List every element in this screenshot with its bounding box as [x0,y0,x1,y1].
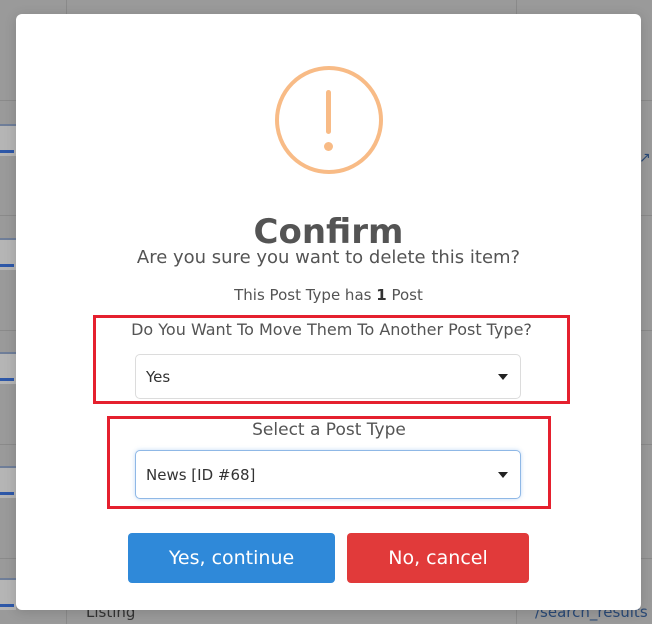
move-posts-selected-value: Yes [146,367,171,386]
confirm-button[interactable]: Yes, continue [128,533,335,583]
confirm-dialog: Confirm Are you sure you want to delete … [16,14,641,610]
dialog-question: Are you sure you want to delete this ite… [136,247,521,268]
move-posts-label: Do You Want To Move Them To Another Post… [131,320,532,339]
post-count-suffix: Post [391,286,423,304]
post-count-prefix: This Post Type has [234,286,372,304]
post-count-value: 1 [376,286,387,304]
row-thumbnail [0,352,16,384]
page-backdrop: ↗ Listing /search_results Confirm Are yo… [0,0,652,624]
post-count-text: This Post Type has 1 Post [16,286,641,304]
chevron-down-icon [498,373,508,380]
row-thumbnail [0,238,16,270]
warning-exclamation-icon [275,66,383,174]
post-type-label: Select a Post Type [252,420,406,440]
row-thumbnail [0,124,16,156]
row-thumbnail [0,466,16,498]
chevron-down-icon [498,471,508,478]
row-thumbnail [0,578,16,610]
dialog-title: Confirm [253,212,404,252]
cancel-button[interactable]: No, cancel [347,533,529,583]
post-type-selected-value: News [ID #68] [146,465,256,484]
post-type-select[interactable]: News [ID #68] [135,450,521,499]
move-posts-select[interactable]: Yes [135,354,521,399]
